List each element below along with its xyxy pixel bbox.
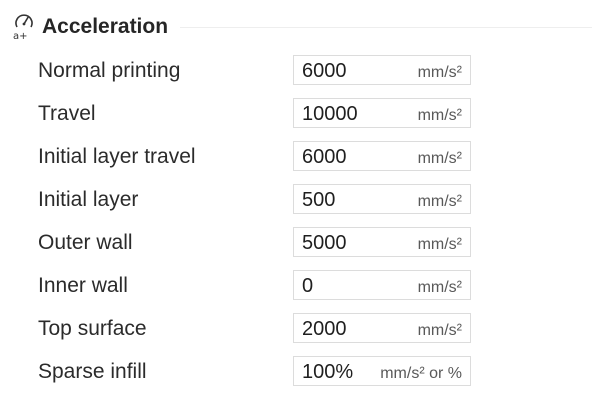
normal-printing-accel-input[interactable]: 6000 mm/s² bbox=[293, 55, 471, 85]
field-unit: mm/s² bbox=[417, 107, 462, 124]
field-unit: mm/s² or % bbox=[380, 365, 462, 382]
initial-layer-accel-input[interactable]: 500 mm/s² bbox=[293, 184, 471, 214]
setting-row-normal-printing: Normal printing 6000 mm/s² bbox=[0, 55, 594, 98]
field-value[interactable]: 500 bbox=[302, 185, 335, 213]
setting-row-initial-layer: Initial layer 500 mm/s² bbox=[0, 184, 594, 227]
field-unit: mm/s² bbox=[417, 193, 462, 210]
setting-label: Sparse infill bbox=[38, 360, 147, 383]
field-unit: mm/s² bbox=[417, 150, 462, 167]
field-value[interactable]: 2000 bbox=[302, 314, 347, 342]
field-value[interactable]: 6000 bbox=[302, 142, 347, 170]
acceleration-section-header: a+ Acceleration bbox=[0, 0, 594, 52]
setting-row-sparse-infill: Sparse infill 100% mm/s² or % bbox=[0, 356, 594, 399]
field-unit: mm/s² bbox=[417, 236, 462, 253]
outer-wall-accel-input[interactable]: 5000 mm/s² bbox=[293, 227, 471, 257]
setting-row-initial-layer-travel: Initial layer travel 6000 mm/s² bbox=[0, 141, 594, 184]
field-unit: mm/s² bbox=[417, 64, 462, 81]
setting-row-outer-wall: Outer wall 5000 mm/s² bbox=[0, 227, 594, 270]
inner-wall-accel-input[interactable]: 0 mm/s² bbox=[293, 270, 471, 300]
field-value[interactable]: 6000 bbox=[302, 56, 347, 84]
setting-label: Travel bbox=[38, 102, 96, 125]
section-title: Acceleration bbox=[42, 15, 169, 38]
setting-label: Outer wall bbox=[38, 231, 133, 254]
acceleration-gauge-icon: a+ bbox=[12, 12, 36, 42]
top-surface-accel-input[interactable]: 2000 mm/s² bbox=[293, 313, 471, 343]
sparse-infill-accel-input[interactable]: 100% mm/s² or % bbox=[293, 356, 471, 386]
section-divider bbox=[180, 27, 592, 28]
field-value[interactable]: 0 bbox=[302, 271, 313, 299]
travel-accel-input[interactable]: 10000 mm/s² bbox=[293, 98, 471, 128]
field-value[interactable]: 5000 bbox=[302, 228, 347, 256]
setting-label: Initial layer bbox=[38, 188, 139, 211]
field-value[interactable]: 10000 bbox=[302, 99, 358, 127]
setting-row-travel: Travel 10000 mm/s² bbox=[0, 98, 594, 141]
field-unit: mm/s² bbox=[417, 322, 462, 339]
setting-row-inner-wall: Inner wall 0 mm/s² bbox=[0, 270, 594, 313]
setting-label: Initial layer travel bbox=[38, 145, 196, 168]
field-unit: mm/s² bbox=[417, 279, 462, 296]
svg-text:a+: a+ bbox=[13, 31, 28, 40]
initial-layer-travel-accel-input[interactable]: 6000 mm/s² bbox=[293, 141, 471, 171]
setting-label: Top surface bbox=[38, 317, 147, 340]
setting-label: Normal printing bbox=[38, 59, 181, 82]
field-value[interactable]: 100% bbox=[302, 357, 353, 385]
setting-label: Inner wall bbox=[38, 274, 128, 297]
setting-row-top-surface: Top surface 2000 mm/s² bbox=[0, 313, 594, 356]
